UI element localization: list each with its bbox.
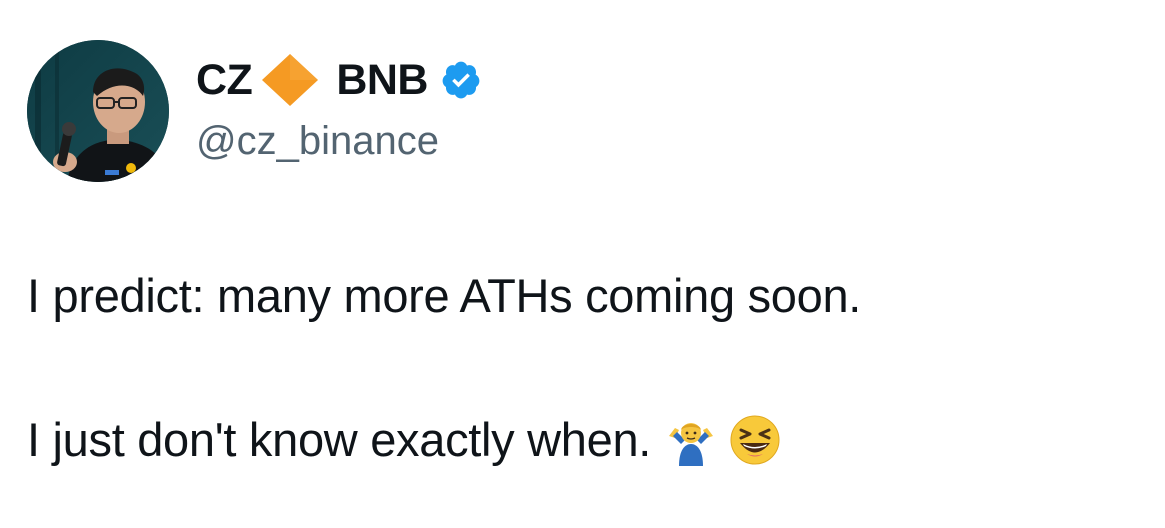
display-name-part2[interactable]: BNB [336,52,428,108]
person-shrugging-emoji [665,414,717,466]
tweet-text-line2-row: I just don't know exactly when. [27,410,781,470]
verified-badge-icon [440,59,482,101]
author-name-row[interactable]: CZ BNB [196,52,482,108]
avatar[interactable] [27,40,169,182]
avatar-photo [27,40,169,182]
tweet-card: CZ BNB @cz_binance I predict: many more … [0,0,1165,528]
tweet-text-line1: I predict: many more ATHs coming soon. [27,269,862,322]
tweet-text-line2: I just don't know exactly when. [27,413,652,466]
grinning-squinting-face-emoji [729,414,781,466]
display-name-part1[interactable]: CZ [196,52,253,108]
orange-diamond-icon [260,52,320,108]
author-handle[interactable]: @cz_binance [196,116,439,166]
